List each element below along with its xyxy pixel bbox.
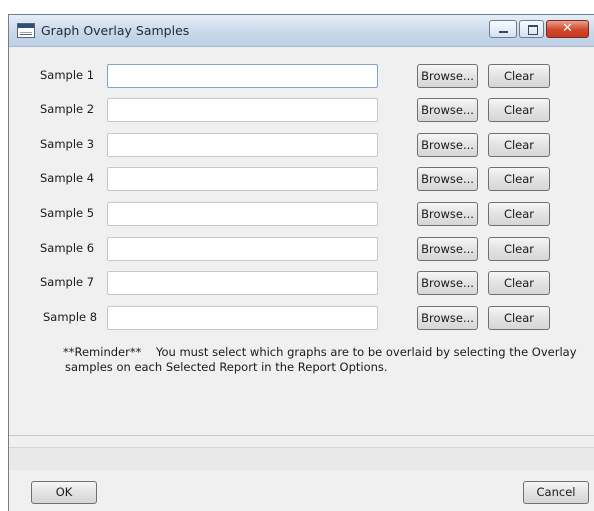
sample-2-browse-button[interactable]: Browse... — [417, 98, 478, 122]
cancel-button[interactable]: Cancel — [523, 481, 589, 504]
sample-4-browse-button[interactable]: Browse... — [417, 167, 478, 191]
sample-3-browse-button[interactable]: Browse... — [417, 133, 478, 157]
ok-button[interactable]: OK — [31, 481, 97, 504]
sample-row-4: Sample 4 Browse... Clear — [9, 167, 594, 191]
sample-8-path-input[interactable] — [107, 306, 378, 330]
sample-3-path-input[interactable] — [107, 133, 378, 157]
sample-3-clear-button[interactable]: Clear — [488, 133, 550, 157]
sample-7-browse-button[interactable]: Browse... — [417, 271, 478, 295]
sample-row-5: Sample 5 Browse... Clear — [9, 202, 594, 226]
status-bar — [9, 447, 594, 470]
sample-1-clear-button[interactable]: Clear — [488, 64, 550, 88]
close-button[interactable]: ✕ — [546, 20, 589, 38]
sample-7-clear-button[interactable]: Clear — [488, 271, 550, 295]
sample-8-browse-button[interactable]: Browse... — [417, 306, 478, 330]
minimize-button[interactable] — [489, 20, 517, 38]
reminder-line-1: **Reminder** You must select which graph… — [63, 345, 577, 359]
title-bar[interactable]: Graph Overlay Samples ✕ — [9, 15, 594, 47]
sample-4-clear-button[interactable]: Clear — [488, 167, 550, 191]
sample-label: Sample 2 — [40, 102, 95, 116]
sample-label: Sample 1 — [40, 68, 95, 82]
close-icon: ✕ — [562, 21, 573, 36]
sample-5-clear-button[interactable]: Clear — [488, 202, 550, 226]
sample-5-browse-button[interactable]: Browse... — [417, 202, 478, 226]
sample-row-1: Sample 1 Browse... Clear — [9, 64, 594, 88]
minimize-icon — [499, 31, 508, 33]
sample-1-path-input[interactable] — [107, 64, 378, 88]
sample-label: Sample 4 — [40, 171, 95, 185]
sample-2-clear-button[interactable]: Clear — [488, 98, 550, 122]
sample-5-path-input[interactable] — [107, 202, 378, 226]
sample-8-clear-button[interactable]: Clear — [488, 306, 550, 330]
window-title: Graph Overlay Samples — [41, 23, 190, 38]
sample-label: Sample 3 — [40, 137, 95, 151]
sample-label: Sample 7 — [40, 275, 95, 289]
dialog-window: Graph Overlay Samples ✕ Sample 1 Browse.… — [8, 14, 594, 511]
maximize-button[interactable] — [519, 20, 544, 38]
reminder-line-2: samples on each Selected Report in the R… — [65, 360, 388, 374]
sample-4-path-input[interactable] — [107, 167, 378, 191]
sample-row-8: Sample 8 Browse... Clear — [9, 306, 594, 330]
divider — [9, 435, 594, 436]
sample-row-7: Sample 7 Browse... Clear — [9, 271, 594, 295]
sample-label: Sample 6 — [40, 241, 95, 255]
sample-row-6: Sample 6 Browse... Clear — [9, 237, 594, 261]
sample-label: Sample 8 — [43, 310, 98, 324]
sample-label: Sample 5 — [40, 206, 95, 220]
sample-6-browse-button[interactable]: Browse... — [417, 237, 478, 261]
sample-2-path-input[interactable] — [107, 98, 378, 122]
sample-6-clear-button[interactable]: Clear — [488, 237, 550, 261]
app-window-icon — [17, 23, 35, 38]
sample-6-path-input[interactable] — [107, 237, 378, 261]
reminder-note: **Reminder** You must select which graph… — [63, 345, 577, 375]
sample-row-2: Sample 2 Browse... Clear — [9, 98, 594, 122]
sample-1-browse-button[interactable]: Browse... — [417, 64, 478, 88]
maximize-icon — [528, 25, 538, 35]
sample-row-3: Sample 3 Browse... Clear — [9, 133, 594, 157]
sample-7-path-input[interactable] — [107, 271, 378, 295]
